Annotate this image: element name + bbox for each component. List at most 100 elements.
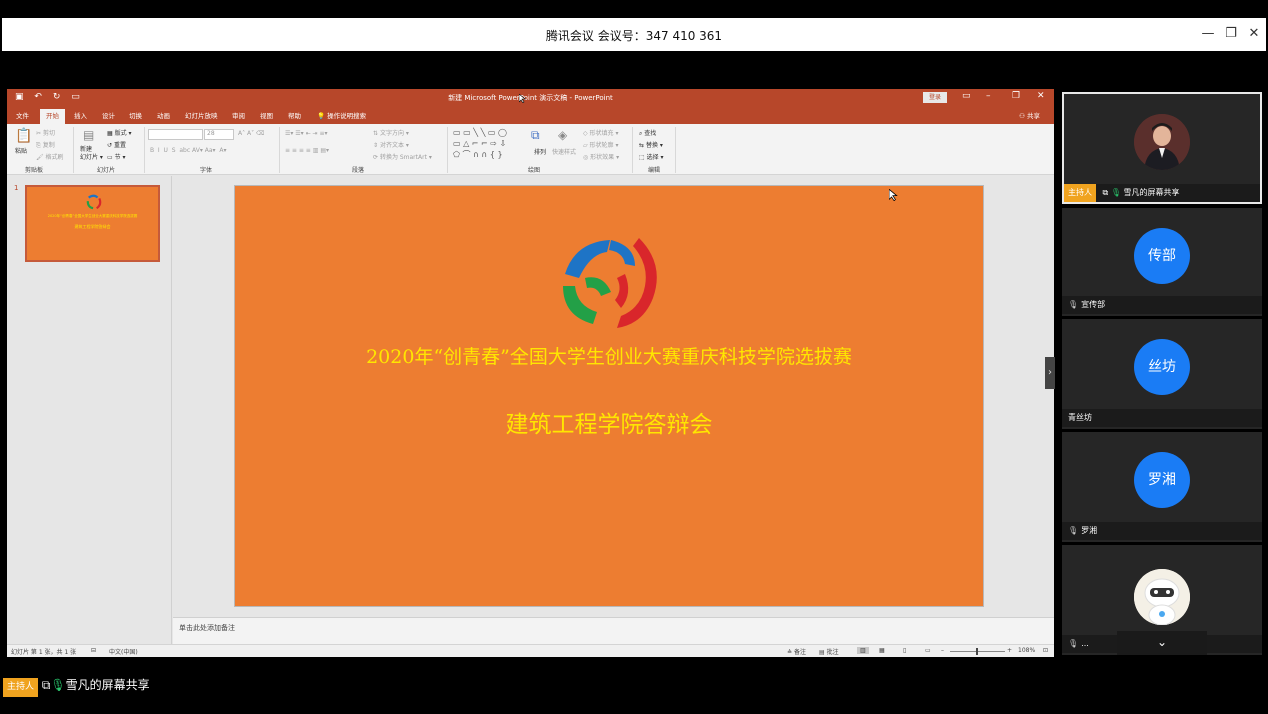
share-button[interactable]: ⚇ 共享	[1019, 109, 1040, 124]
participant-name: 青丝坊	[1068, 413, 1092, 422]
participant-namebar: 青丝坊	[1062, 409, 1262, 427]
font-grow-shrink-icons[interactable]: A˄ A˅ ⌫	[238, 130, 265, 137]
comments-button[interactable]: ▤ 批注	[819, 647, 839, 656]
slide-thumbnail-pane: 1 2020年“创青春”全国大学生创业大赛重庆科技学院选拔赛 建筑工程学院答辩会	[7, 176, 172, 644]
notes-button[interactable]: ≙ 备注	[787, 647, 806, 656]
slide-sorter-icon[interactable]: ▦	[879, 647, 885, 654]
chevron-down-icon[interactable]: ⌄	[1117, 631, 1207, 655]
minimize-button[interactable]: —	[1198, 24, 1218, 44]
participant-tile[interactable]: 传部 🎙 宣传部	[1062, 208, 1262, 316]
select-button[interactable]: ⬚ 选择 ▾	[639, 152, 664, 161]
restore-button[interactable]: ❐	[1221, 24, 1241, 44]
shape-outline-button[interactable]: ▱ 形状轮廓 ▾	[583, 140, 618, 149]
ribbon-tabs: 文件 开始 插入 设计 切换 动画 幻灯片放映 审阅 视图 帮助 💡 操作说明搜…	[7, 109, 1054, 124]
tab-view[interactable]: 视图	[260, 109, 273, 124]
participant-tile[interactable]: 罗湘 🎙 罗湘	[1062, 432, 1262, 542]
mic-icon: 🎙	[1110, 188, 1121, 197]
shape-fill-button[interactable]: ◇ 形状填充 ▾	[583, 128, 618, 137]
tab-slideshow[interactable]: 幻灯片放映	[185, 109, 218, 124]
participant-tile-host[interactable]: 主持人 ⧉ 🎙 雪凡的屏幕共享	[1062, 92, 1262, 204]
slide-canvas[interactable]: 2020年“创青春”全国大学生创业大赛重庆科技学院选拔赛 建筑工程学院答辩会	[234, 185, 984, 607]
meeting-title-bar: 腾讯会议 会议号：347 410 361 — ❐ ✕	[2, 18, 1266, 51]
thumb-title: 2020年“创青春”全国大学生创业大赛重庆科技学院选拔赛	[47, 214, 138, 218]
mouse-cursor-icon	[889, 189, 898, 201]
tab-transitions[interactable]: 切换	[129, 109, 142, 124]
slide-title: 2020年“创青春”全国大学生创业大赛重庆科技学院选拔赛	[366, 346, 852, 368]
paste-icon[interactable]: 📋	[15, 128, 32, 144]
status-bar: 幻灯片 第 1 张，共 1 张 ⊟ 中文(中国) ≙ 备注 ▤ 批注 ▥ ▦ ▯…	[7, 644, 1054, 657]
quick-styles-button[interactable]: 快速样式	[552, 147, 576, 156]
participant-name: 雪凡的屏幕共享	[1123, 188, 1180, 197]
slide-thumbnail[interactable]: 2020年“创青春”全国大学生创业大赛重庆科技学院选拔赛 建筑工程学院答辩会	[25, 185, 160, 262]
ribbon-separator	[279, 127, 280, 173]
find-button[interactable]: ⌕ 查找	[639, 128, 656, 138]
expand-panel-arrow[interactable]: ›	[1045, 357, 1055, 389]
language-status[interactable]: 中文(中国)	[109, 647, 138, 656]
tab-animations[interactable]: 动画	[157, 109, 170, 124]
person-photo-icon	[1134, 114, 1190, 170]
participant-namebar: 🎙 罗湘	[1062, 522, 1262, 540]
tell-me-search[interactable]: 💡 操作说明搜索	[317, 109, 366, 124]
new-slide-icon[interactable]: ▤	[83, 128, 94, 142]
ppt-restore-icon[interactable]: ❐	[1012, 91, 1020, 101]
list-buttons[interactable]: ☰▾ ☰▾ ⇤ ⇥ ≡▾	[285, 130, 328, 137]
shapes-gallery[interactable]: ▭ ▭ ╲ ╲ ▭ ◯ ▭ △ ⌐ ⌐ ⇨ ⇩ ⬠ ⌒ ∩ ∩ { }	[453, 127, 507, 160]
normal-view-icon[interactable]: ▥	[857, 647, 869, 654]
ppt-close-icon[interactable]: ✕	[1037, 91, 1045, 101]
host-badge: 主持人	[1064, 184, 1096, 202]
notes-pane[interactable]: 单击此处添加备注	[173, 617, 1054, 644]
mic-muted-icon: 🎙	[1068, 639, 1079, 648]
font-size-combo[interactable]: 28	[204, 129, 234, 140]
font-group-label: 字体	[200, 167, 213, 174]
login-button[interactable]: 登录	[923, 92, 947, 103]
quick-styles-icon[interactable]: ◈	[558, 128, 567, 142]
cut-button[interactable]: ✂ 剪切	[36, 128, 55, 137]
fit-slide-icon[interactable]: ⊡	[1043, 647, 1048, 654]
zoom-level[interactable]: 108%	[1018, 647, 1035, 654]
align-text-button[interactable]: ⇕ 对齐文本 ▾	[373, 140, 409, 149]
slide-subtitle: 建筑工程学院答辩会	[505, 412, 713, 438]
new-slide-button[interactable]: 新建 幻灯片 ▾	[80, 146, 103, 162]
text-direction-button[interactable]: ⇅ 文字方向 ▾	[373, 128, 409, 137]
participant-tile[interactable]: 丝坊 青丝坊	[1062, 319, 1262, 429]
spellcheck-icon[interactable]: ⊟	[91, 647, 96, 654]
ribbon-display-icon[interactable]: ▭	[962, 91, 971, 101]
zoom-out-icon[interactable]: –	[941, 647, 944, 654]
tab-file[interactable]: 文件	[16, 109, 29, 124]
tab-review[interactable]: 审阅	[232, 109, 245, 124]
ppt-minimize-icon[interactable]: –	[986, 91, 991, 101]
ppt-doc-title: 新建 Microsoft PowerPoint 演示文稿 - PowerPoin…	[448, 94, 613, 102]
tab-help[interactable]: 帮助	[288, 109, 301, 124]
font-name-combo[interactable]	[148, 129, 203, 140]
arrange-icon[interactable]: ⧉	[531, 128, 540, 143]
replace-button[interactable]: ⇆ 替换 ▾	[639, 140, 663, 149]
participant-name-wrap: 🎙...	[1068, 635, 1089, 653]
tab-home[interactable]: 开始	[40, 109, 65, 124]
tab-insert[interactable]: 插入	[74, 109, 87, 124]
reading-view-icon[interactable]: ▯	[903, 647, 906, 654]
shape-effects-button[interactable]: ◎ 形状效果 ▾	[583, 152, 619, 161]
arrange-button[interactable]: 排列	[534, 147, 546, 156]
slide-logo-icon	[563, 238, 657, 328]
copy-button[interactable]: ⎘ 复制	[36, 140, 55, 150]
slide-info: 幻灯片 第 1 张，共 1 张	[11, 649, 77, 656]
reset-button[interactable]: ↺ 重置	[107, 140, 126, 149]
alignment-buttons[interactable]: ≡ ≡ ≡ ≡ ▥ ▤▾	[285, 147, 329, 154]
format-painter-button[interactable]: 🖌 格式刷	[36, 152, 64, 161]
sharer-name: 雪凡的屏幕共享	[65, 678, 150, 692]
font-style-buttons[interactable]: B I U S abc AV▾ Aa▾ A▾	[150, 147, 227, 154]
layout-button[interactable]: ▦ 版式 ▾	[107, 128, 132, 137]
ribbon-separator	[144, 127, 145, 173]
tab-design[interactable]: 设计	[102, 109, 115, 124]
close-button[interactable]: ✕	[1244, 24, 1264, 44]
paste-button[interactable]: 粘贴	[15, 146, 27, 155]
section-button[interactable]: ▭ 节 ▾	[107, 152, 126, 161]
mic-muted-icon: 🎙	[1068, 526, 1079, 535]
zoom-in-icon[interactable]: +	[1007, 647, 1012, 654]
thumb-subtitle: 建筑工程学院答辩会	[74, 224, 111, 229]
thumb-logo-icon	[86, 194, 102, 210]
zoom-slider-thumb[interactable]	[976, 648, 978, 655]
participant-name: ...	[1081, 639, 1089, 648]
smartart-button[interactable]: ⟳ 转换为 SmartArt ▾	[373, 152, 432, 161]
slideshow-icon[interactable]: ▭	[925, 647, 931, 654]
